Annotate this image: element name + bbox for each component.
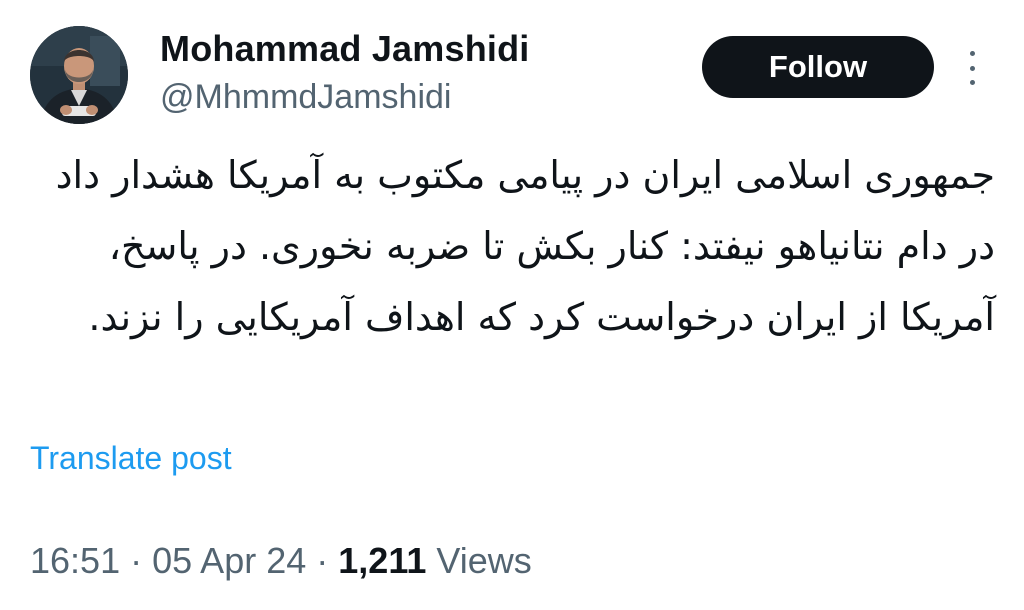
more-options-icon[interactable] bbox=[962, 48, 982, 88]
meta-separator: · bbox=[316, 540, 329, 581]
post-meta: 16:51 · 05 Apr 24 · 1,211 Views bbox=[30, 540, 532, 582]
views-label: Views bbox=[436, 540, 532, 581]
avatar[interactable] bbox=[30, 26, 128, 124]
translate-post-link[interactable]: Translate post bbox=[30, 440, 232, 477]
post-time[interactable]: 16:51 bbox=[30, 540, 120, 581]
profile-photo-icon bbox=[30, 26, 128, 124]
meta-separator: · bbox=[130, 540, 143, 581]
post-text: جمهوری اسلامی ایران در پیامی مکتوب به آم… bbox=[55, 153, 995, 339]
author-handle[interactable]: @MhmmdJamshidi bbox=[160, 78, 451, 117]
follow-button[interactable]: Follow bbox=[702, 36, 934, 98]
views-count: 1,211 bbox=[338, 540, 427, 581]
author-display-name[interactable]: Mohammad Jamshidi bbox=[160, 28, 529, 70]
post-date[interactable]: 05 Apr 24 bbox=[152, 540, 306, 581]
tweet-card: Mohammad Jamshidi @MhmmdJamshidi Follow … bbox=[0, 0, 1024, 610]
